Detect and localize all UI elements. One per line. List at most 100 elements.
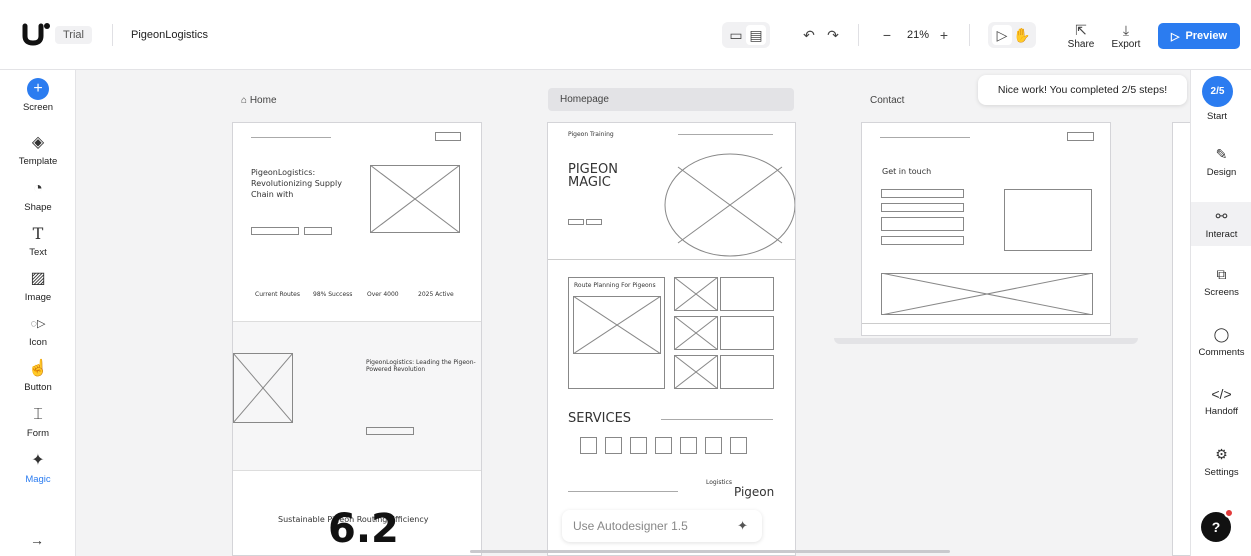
desktop-view-icon[interactable]: ▭ <box>726 25 746 45</box>
right-item-comments[interactable]: ◯ Comments <box>1191 322 1251 362</box>
sidebar-item-label: Image <box>24 292 52 303</box>
right-item-design[interactable]: ✎ Design <box>1191 142 1251 182</box>
right-item-label: Design <box>1206 167 1237 178</box>
zoom-out-icon[interactable]: − <box>877 25 897 45</box>
text-icon: T <box>32 224 44 243</box>
service-icon <box>730 437 747 454</box>
frame-label-home[interactable]: ⌂ Home <box>241 95 277 106</box>
layers-icon: ◈ <box>31 134 45 151</box>
card <box>720 277 774 311</box>
wireframe-button <box>1067 132 1094 141</box>
nav-scribble <box>880 137 970 138</box>
service-icon <box>605 437 622 454</box>
sidebar-item-label: Screen <box>22 102 54 113</box>
laptop-base <box>834 338 1138 344</box>
right-item-label: Interact <box>1205 229 1238 240</box>
image-icon: ▨ <box>30 270 46 287</box>
nav-scribble <box>251 137 331 138</box>
nav-scribble <box>678 134 773 135</box>
sidebar-item-text[interactable]: T Text <box>0 223 76 258</box>
zoom-level[interactable]: 21% <box>907 29 929 41</box>
stat-value: Current Routes <box>255 291 300 298</box>
right-item-handoff[interactable]: </> Handoff <box>1191 382 1251 421</box>
play-icon: ▷ <box>1170 30 1180 43</box>
frame-label-homepage[interactable]: Homepage <box>548 88 794 111</box>
frame-label-contact[interactable]: Contact <box>870 95 904 106</box>
card <box>720 316 774 350</box>
frame-homepage[interactable]: Pigeon Training PIGEON MAGIC Route Plann… <box>547 122 796 556</box>
mobile-view-icon[interactable]: ▤ <box>746 25 766 45</box>
undo-icon[interactable]: ↶ <box>799 25 819 45</box>
sidebar-item-screen[interactable]: + Screen <box>0 78 76 113</box>
divider <box>112 24 113 46</box>
pigeon-word: Pigeon <box>734 485 775 499</box>
autodesigner-input[interactable]: Use Autodesigner 1.5 ✦ <box>562 510 762 542</box>
right-item-settings[interactable]: ⚙ Settings <box>1191 442 1251 482</box>
start-label[interactable]: Start <box>1207 111 1227 122</box>
right-item-label: Settings <box>1204 467 1239 478</box>
divider <box>548 259 795 260</box>
redo-icon[interactable]: ↷ <box>823 25 843 45</box>
share-label[interactable]: Share <box>1062 39 1100 50</box>
sidebar-item-image[interactable]: ▨ Image <box>0 268 76 303</box>
image-placeholder <box>233 353 293 423</box>
frame-partial[interactable] <box>1172 122 1192 556</box>
expand-sidebar-icon[interactable]: → <box>30 532 44 548</box>
autodesigner-placeholder: Use Autodesigner 1.5 <box>573 519 688 533</box>
pen-icon: ✎ <box>1215 146 1228 162</box>
sidebar-item-button[interactable]: ☝ Button <box>0 358 76 393</box>
sidebar-item-shape[interactable]: ◔ Shape <box>0 178 76 213</box>
project-name[interactable]: PigeonLogistics <box>131 29 208 41</box>
button-icon: ☝ <box>28 360 48 377</box>
share-icon[interactable]: ⇱ <box>1071 20 1091 40</box>
image-placeholder <box>674 277 718 311</box>
wireframe-input <box>881 189 964 198</box>
sidebar-item-label: Icon <box>29 337 47 348</box>
sparkle-icon: ✦ <box>31 452 45 469</box>
sidebar-item-icon[interactable]: ◌▷ Icon <box>0 313 76 348</box>
card-title: Route Planning For Pigeons <box>574 282 656 289</box>
export-label[interactable]: Export <box>1106 39 1146 50</box>
frame-title: Home <box>249 95 277 106</box>
sidebar-item-label: Magic <box>25 474 51 485</box>
wireframe-button <box>586 219 602 225</box>
shape-icon: ◔ <box>33 180 43 197</box>
zoom-in-icon[interactable]: + <box>934 25 954 45</box>
contact-details-card <box>1004 189 1092 251</box>
sidebar-item-magic[interactable]: ✦ Magic <box>0 450 76 485</box>
service-icon <box>705 437 722 454</box>
right-item-screens[interactable]: ⧉ Screens <box>1191 262 1251 302</box>
comment-icon: ◯ <box>1213 326 1230 342</box>
image-placeholder <box>370 165 460 233</box>
horizontal-scrollbar[interactable] <box>470 550 950 553</box>
divider <box>858 24 859 46</box>
stat-value: 98% Success <box>313 291 353 298</box>
hero-title: PIGEON MAGIC <box>568 162 618 190</box>
service-icon <box>655 437 672 454</box>
wireframe-button <box>881 236 964 245</box>
sparkle-icon: ✦ <box>737 518 748 533</box>
frame-home[interactable]: PigeonLogistics: Revolutionizing Supply … <box>232 122 482 556</box>
footer-divider <box>862 323 1110 324</box>
sidebar-item-form[interactable]: ⌶ Form <box>0 404 76 439</box>
service-icon <box>680 437 697 454</box>
steps-badge[interactable]: 2/5 <box>1202 76 1233 107</box>
image-placeholder <box>674 316 718 350</box>
services-title: SERVICES <box>568 411 632 426</box>
sidebar-item-label: Button <box>24 382 52 393</box>
section-title: PigeonLogistics: Leading the Pigeon-Powe… <box>366 359 476 373</box>
play-icon[interactable]: ▷ <box>992 25 1012 45</box>
uizard-logo-icon[interactable] <box>22 22 50 46</box>
trial-badge[interactable]: Trial <box>55 26 92 44</box>
export-icon[interactable]: ⤓ <box>1116 20 1136 40</box>
wireframe-textarea <box>881 217 964 231</box>
ellipse-placeholder <box>664 153 795 257</box>
map-placeholder <box>881 273 1093 315</box>
right-item-interact[interactable]: ⚯ Interact <box>1191 202 1251 246</box>
service-icon <box>580 437 597 454</box>
sidebar-item-template[interactable]: ◈ Template <box>0 132 76 167</box>
wireframe-button <box>251 227 299 235</box>
frame-contact[interactable]: Get in touch <box>861 122 1111 336</box>
preview-button[interactable]: ▷ Preview <box>1158 23 1240 49</box>
hand-icon[interactable]: ✋ <box>1012 25 1032 45</box>
